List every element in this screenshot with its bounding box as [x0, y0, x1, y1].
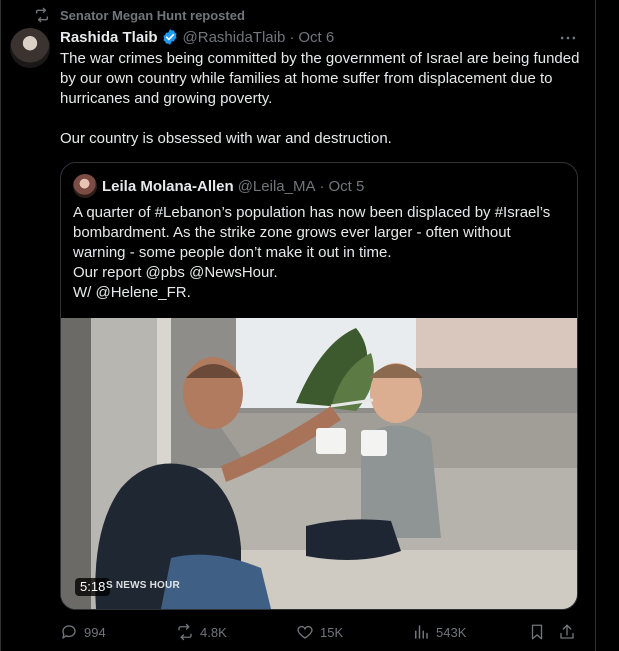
- quoted-text-line: A quarter of #Lebanon’s population has n…: [73, 204, 551, 261]
- heart-icon: [297, 625, 313, 639]
- tweet-paragraph: The war crimes being committed by the go…: [60, 50, 580, 107]
- repost-context-text: Senator Megan Hunt reposted: [60, 7, 245, 23]
- tweet-paragraph: Our country is obsessed with war and des…: [60, 130, 392, 147]
- tweet-text: The war crimes being committed by the go…: [60, 49, 580, 149]
- quoted-author-avatar[interactable]: [73, 174, 97, 198]
- video-player[interactable]: 5:18 S NEWS HOUR: [61, 318, 577, 609]
- bar-chart-icon: [415, 625, 428, 639]
- quoted-text-line: W/ @Helene_FR.: [73, 284, 191, 301]
- repost-button[interactable]: 4.8K: [176, 620, 227, 644]
- repost-icon: [178, 623, 192, 641]
- tweet-date[interactable]: Oct 6: [298, 29, 334, 46]
- quoted-author-name[interactable]: Leila Molana-Allen: [102, 178, 234, 195]
- quoted-author-handle[interactable]: @Leila_MA: [238, 178, 316, 195]
- quoted-tweet-text: A quarter of #Lebanon’s population has n…: [73, 203, 565, 303]
- quoted-tweet-header: Leila Molana-Allen @Leila_MA · Oct 5: [73, 174, 364, 198]
- repost-context[interactable]: Senator Megan Hunt reposted: [34, 6, 245, 24]
- bookmark-icon[interactable]: [528, 620, 546, 644]
- quoted-text-line: Our report @pbs @NewsHour.: [73, 264, 278, 281]
- header-separator: ·: [289, 28, 295, 46]
- video-watermark: S NEWS HOUR: [106, 580, 180, 591]
- view-count: 543K: [436, 624, 467, 640]
- tweet[interactable]: Senator Megan Hunt reposted Rashida Tlai…: [0, 0, 595, 651]
- reply-button[interactable]: 994: [60, 620, 106, 644]
- reply-count: 994: [84, 624, 106, 640]
- author-avatar[interactable]: [10, 28, 50, 68]
- quoted-tweet-date[interactable]: Oct 5: [328, 178, 364, 195]
- column-divider-right: [595, 0, 596, 651]
- more-options-icon[interactable]: [558, 28, 578, 48]
- video-thumbnail: [61, 318, 577, 609]
- tweet-header: Rashida Tlaib @RashidaTlaib · Oct 6: [60, 27, 334, 47]
- quoted-tweet[interactable]: Leila Molana-Allen @Leila_MA · Oct 5 A q…: [60, 162, 578, 610]
- views-button[interactable]: 543K: [412, 620, 466, 644]
- like-count: 15K: [320, 624, 344, 640]
- author-handle[interactable]: @RashidaTlaib: [183, 29, 286, 46]
- tweet-actions: 994 4.8K 15K 543K: [60, 620, 580, 644]
- reply-icon: [62, 625, 76, 639]
- share-icon[interactable]: [558, 620, 576, 644]
- repost-icon: [36, 7, 48, 23]
- like-button[interactable]: 15K: [296, 620, 343, 644]
- author-name[interactable]: Rashida Tlaib: [60, 29, 158, 46]
- quoted-header-separator: ·: [319, 177, 325, 195]
- verified-badge-icon[interactable]: [161, 28, 179, 46]
- repost-count: 4.8K: [200, 624, 227, 640]
